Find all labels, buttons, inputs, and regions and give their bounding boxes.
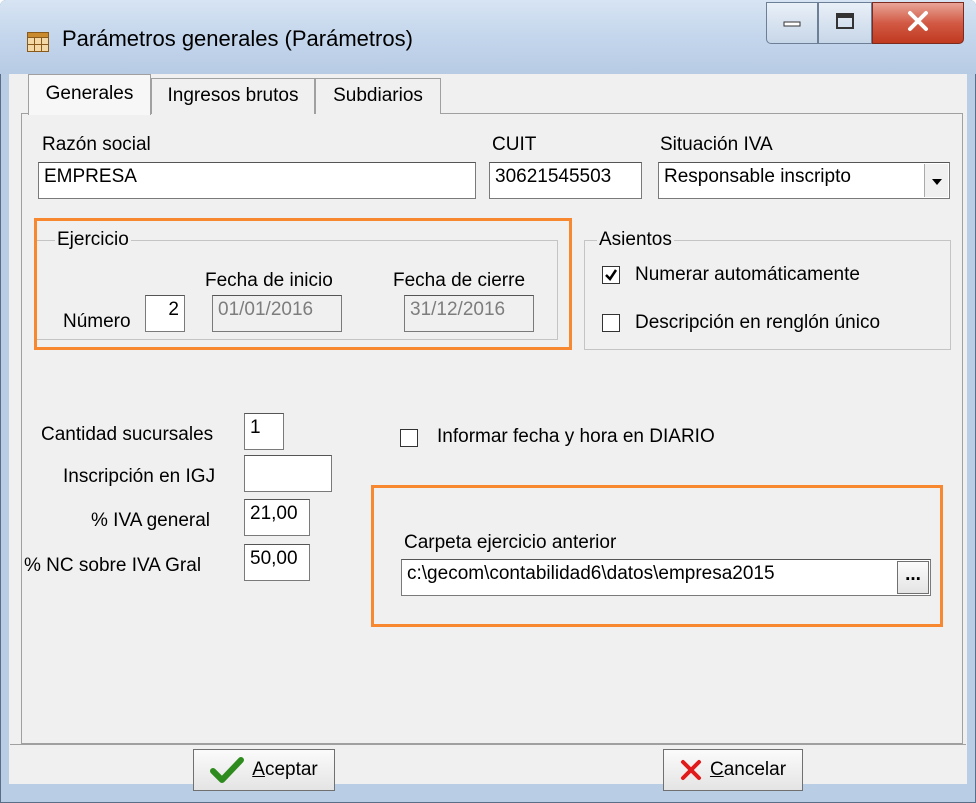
close-icon <box>906 10 930 37</box>
situacion-iva-label: Situación IVA <box>660 134 773 155</box>
nc-sobre-iva-value: 50,00 <box>250 548 298 569</box>
button-bar-divider <box>10 744 966 745</box>
tab-generales[interactable]: Generales <box>28 74 151 115</box>
cuit-input[interactable]: 30621545503 <box>489 162 642 199</box>
situacion-iva-value: Responsable inscripto <box>664 166 851 187</box>
aceptar-button[interactable]: Aceptar <box>193 749 335 791</box>
cantidad-sucursales-input[interactable]: 1 <box>244 413 284 450</box>
nc-sobre-iva-label: % NC sobre IVA Gral <box>24 555 202 576</box>
carpeta-highlight-box <box>371 485 943 627</box>
cuit-value: 30621545503 <box>495 166 612 187</box>
maximize-icon <box>835 12 855 35</box>
title-bar[interactable]: Parámetros generales (Parámetros) <box>0 0 976 74</box>
iva-general-input[interactable]: 21,00 <box>244 499 310 536</box>
razon-social-value: EMPRESA <box>44 166 137 187</box>
iva-general-value: 21,00 <box>250 503 298 524</box>
table-icon <box>27 32 49 52</box>
situacion-iva-dropdown-button[interactable] <box>924 164 948 197</box>
informar-fecha-label: Informar fecha y hora en DIARIO <box>437 426 715 447</box>
informar-fecha-checkbox[interactable] <box>400 429 418 447</box>
razon-social-label: Razón social <box>42 134 151 155</box>
numerar-label: Numerar automáticamente <box>635 264 860 285</box>
iva-general-label: % IVA general <box>91 510 211 531</box>
tab-label: Subdiarios <box>333 85 423 106</box>
cuit-label: CUIT <box>492 134 537 155</box>
minimize-icon <box>782 14 802 33</box>
chevron-down-icon <box>931 170 943 192</box>
window-title: Parámetros generales (Parámetros) <box>62 26 413 51</box>
nc-sobre-iva-input[interactable]: 50,00 <box>244 544 310 581</box>
ellipsis-icon: ... <box>905 563 921 585</box>
cantidad-sucursales-label: Cantidad sucursales <box>41 424 214 445</box>
cancelar-label: Cancelar <box>709 759 787 780</box>
cancelar-button[interactable]: Cancelar <box>663 749 803 791</box>
checkmark-icon <box>210 756 245 784</box>
descripcion-checkbox[interactable] <box>602 314 620 332</box>
checkmark-icon <box>603 269 619 287</box>
cantidad-sucursales-value: 1 <box>250 417 261 438</box>
tab-label: Generales <box>45 83 134 104</box>
tab-subdiarios[interactable]: Subdiarios <box>315 78 441 114</box>
numerar-checkbox[interactable] <box>602 266 620 284</box>
razon-social-input[interactable]: EMPRESA <box>38 162 476 199</box>
inscripcion-igj-input[interactable] <box>244 455 332 492</box>
carpeta-path-input[interactable]: c:\gecom\contabilidad6\datos\empresa2015… <box>401 559 931 596</box>
tab-label: Ingresos brutos <box>167 85 299 106</box>
browse-folder-button[interactable]: ... <box>897 561 929 594</box>
inscripcion-igj-label: Inscripción en IGJ <box>63 466 216 487</box>
tab-ingresos-brutos[interactable]: Ingresos brutos <box>151 78 315 114</box>
aceptar-label: Aceptar <box>252 759 318 780</box>
situacion-iva-select[interactable]: Responsable inscripto <box>658 162 950 199</box>
carpeta-label: Carpeta ejercicio anterior <box>404 532 617 553</box>
asientos-group-title: Asientos <box>597 229 674 251</box>
minimize-button[interactable] <box>766 2 818 44</box>
close-button[interactable] <box>872 2 964 44</box>
descripcion-label: Descripción en renglón único <box>635 312 881 333</box>
ejercicio-highlight-box <box>34 218 572 350</box>
maximize-button[interactable] <box>818 2 872 44</box>
cross-icon <box>680 759 702 781</box>
carpeta-path-value: c:\gecom\contabilidad6\datos\empresa2015 <box>407 563 775 584</box>
